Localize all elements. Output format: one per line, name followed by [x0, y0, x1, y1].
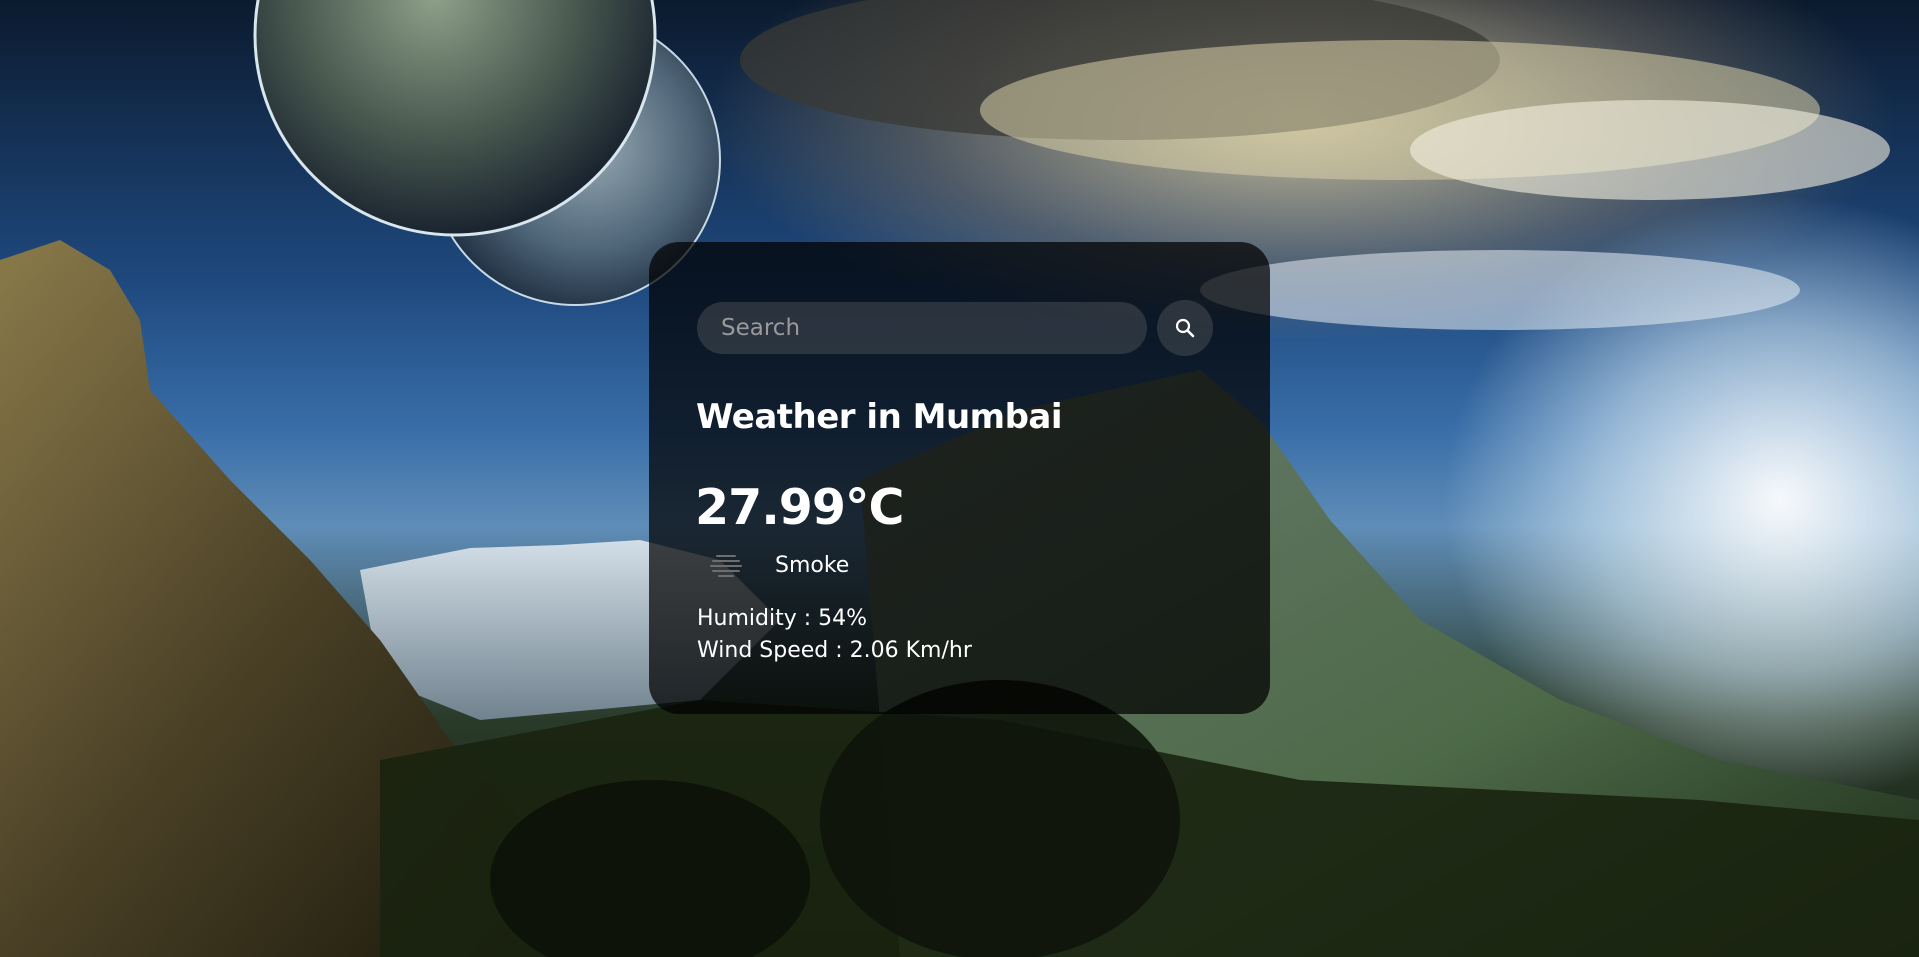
humidity-readout: Humidity : 54% — [697, 606, 868, 631]
search-bar — [697, 300, 1213, 356]
search-icon — [1175, 318, 1195, 338]
smoke-icon — [710, 555, 742, 577]
weather-condition: Smoke — [709, 550, 849, 580]
condition-description: Smoke — [775, 552, 850, 578]
weather-card: Weather in Mumbai 27.99°C Smoke Humidity… — [649, 242, 1270, 714]
search-input[interactable] — [697, 302, 1147, 354]
wind-speed-readout: Wind Speed : 2.06 Km/hr — [697, 638, 972, 663]
search-button[interactable] — [1157, 300, 1213, 356]
city-title: Weather in Mumbai — [696, 397, 1063, 437]
temperature: 27.99°C — [695, 479, 904, 536]
